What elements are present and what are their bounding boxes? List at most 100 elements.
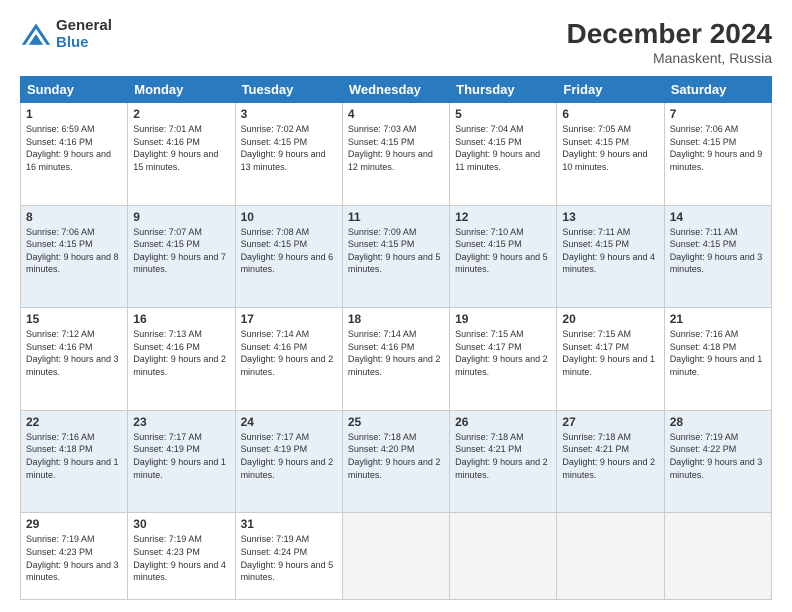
day-info: Sunrise: 7:11 AM Sunset: 4:15 PM Dayligh… [562,226,658,276]
table-row: 14 Sunrise: 7:11 AM Sunset: 4:15 PM Dayl… [664,205,771,308]
day-number: 24 [241,415,337,429]
table-row: 20 Sunrise: 7:15 AM Sunset: 4:17 PM Dayl… [557,308,664,411]
table-row: 19 Sunrise: 7:15 AM Sunset: 4:17 PM Dayl… [450,308,557,411]
logo: General Blue [20,18,112,51]
table-row: 16 Sunrise: 7:13 AM Sunset: 4:16 PM Dayl… [128,308,235,411]
day-number: 13 [562,210,658,224]
day-number: 2 [133,107,229,121]
table-row: 7 Sunrise: 7:06 AM Sunset: 4:15 PM Dayli… [664,103,771,206]
day-info: Sunrise: 7:15 AM Sunset: 4:17 PM Dayligh… [455,328,551,378]
table-row: 22 Sunrise: 7:16 AM Sunset: 4:18 PM Dayl… [21,410,128,513]
table-row: 31 Sunrise: 7:19 AM Sunset: 4:24 PM Dayl… [235,513,342,600]
day-number: 8 [26,210,122,224]
table-row: 9 Sunrise: 7:07 AM Sunset: 4:15 PM Dayli… [128,205,235,308]
day-number: 18 [348,312,444,326]
day-number: 21 [670,312,766,326]
header-monday: Monday [128,77,235,103]
logo-general-text: General [56,18,112,35]
day-number: 16 [133,312,229,326]
header-thursday: Thursday [450,77,557,103]
day-number: 9 [133,210,229,224]
day-info: Sunrise: 7:19 AM Sunset: 4:24 PM Dayligh… [241,533,337,583]
day-number: 25 [348,415,444,429]
table-row: 28 Sunrise: 7:19 AM Sunset: 4:22 PM Dayl… [664,410,771,513]
day-info: Sunrise: 7:01 AM Sunset: 4:16 PM Dayligh… [133,123,229,173]
page: General Blue December 2024 Manaskent, Ru… [0,0,792,612]
day-number: 28 [670,415,766,429]
day-info: Sunrise: 7:14 AM Sunset: 4:16 PM Dayligh… [348,328,444,378]
day-info: Sunrise: 7:18 AM Sunset: 4:21 PM Dayligh… [455,431,551,481]
header: General Blue December 2024 Manaskent, Ru… [20,18,772,66]
table-row: 15 Sunrise: 7:12 AM Sunset: 4:16 PM Dayl… [21,308,128,411]
calendar-week-row: 29 Sunrise: 7:19 AM Sunset: 4:23 PM Dayl… [21,513,772,600]
table-row: 24 Sunrise: 7:17 AM Sunset: 4:19 PM Dayl… [235,410,342,513]
day-info: Sunrise: 7:19 AM Sunset: 4:23 PM Dayligh… [133,533,229,583]
table-row: 8 Sunrise: 7:06 AM Sunset: 4:15 PM Dayli… [21,205,128,308]
calendar-week-row: 8 Sunrise: 7:06 AM Sunset: 4:15 PM Dayli… [21,205,772,308]
table-row: 11 Sunrise: 7:09 AM Sunset: 4:15 PM Dayl… [342,205,449,308]
table-row: 26 Sunrise: 7:18 AM Sunset: 4:21 PM Dayl… [450,410,557,513]
day-info: Sunrise: 7:07 AM Sunset: 4:15 PM Dayligh… [133,226,229,276]
day-number: 15 [26,312,122,326]
day-number: 4 [348,107,444,121]
day-info: Sunrise: 7:17 AM Sunset: 4:19 PM Dayligh… [133,431,229,481]
day-number: 6 [562,107,658,121]
day-info: Sunrise: 7:13 AM Sunset: 4:16 PM Dayligh… [133,328,229,378]
day-info: Sunrise: 7:09 AM Sunset: 4:15 PM Dayligh… [348,226,444,276]
day-info: Sunrise: 7:16 AM Sunset: 4:18 PM Dayligh… [26,431,122,481]
table-row: 29 Sunrise: 7:19 AM Sunset: 4:23 PM Dayl… [21,513,128,600]
day-info: Sunrise: 7:12 AM Sunset: 4:16 PM Dayligh… [26,328,122,378]
day-info: Sunrise: 7:19 AM Sunset: 4:23 PM Dayligh… [26,533,122,583]
table-row: 18 Sunrise: 7:14 AM Sunset: 4:16 PM Dayl… [342,308,449,411]
day-number: 14 [670,210,766,224]
table-row [342,513,449,600]
day-info: Sunrise: 7:14 AM Sunset: 4:16 PM Dayligh… [241,328,337,378]
table-row: 3 Sunrise: 7:02 AM Sunset: 4:15 PM Dayli… [235,103,342,206]
table-row: 30 Sunrise: 7:19 AM Sunset: 4:23 PM Dayl… [128,513,235,600]
table-row: 23 Sunrise: 7:17 AM Sunset: 4:19 PM Dayl… [128,410,235,513]
table-row [557,513,664,600]
logo-icon [20,21,52,49]
day-info: Sunrise: 7:18 AM Sunset: 4:21 PM Dayligh… [562,431,658,481]
table-row: 17 Sunrise: 7:14 AM Sunset: 4:16 PM Dayl… [235,308,342,411]
day-info: Sunrise: 7:06 AM Sunset: 4:15 PM Dayligh… [670,123,766,173]
header-wednesday: Wednesday [342,77,449,103]
day-info: Sunrise: 6:59 AM Sunset: 4:16 PM Dayligh… [26,123,122,173]
table-row: 25 Sunrise: 7:18 AM Sunset: 4:20 PM Dayl… [342,410,449,513]
day-number: 7 [670,107,766,121]
day-info: Sunrise: 7:18 AM Sunset: 4:20 PM Dayligh… [348,431,444,481]
day-number: 22 [26,415,122,429]
table-row: 4 Sunrise: 7:03 AM Sunset: 4:15 PM Dayli… [342,103,449,206]
day-number: 30 [133,517,229,531]
day-info: Sunrise: 7:02 AM Sunset: 4:15 PM Dayligh… [241,123,337,173]
table-row: 13 Sunrise: 7:11 AM Sunset: 4:15 PM Dayl… [557,205,664,308]
day-info: Sunrise: 7:16 AM Sunset: 4:18 PM Dayligh… [670,328,766,378]
logo-text: General Blue [56,18,112,51]
header-tuesday: Tuesday [235,77,342,103]
table-row: 1 Sunrise: 6:59 AM Sunset: 4:16 PM Dayli… [21,103,128,206]
table-row [450,513,557,600]
calendar-week-row: 22 Sunrise: 7:16 AM Sunset: 4:18 PM Dayl… [21,410,772,513]
day-info: Sunrise: 7:15 AM Sunset: 4:17 PM Dayligh… [562,328,658,378]
table-row: 2 Sunrise: 7:01 AM Sunset: 4:16 PM Dayli… [128,103,235,206]
day-number: 10 [241,210,337,224]
day-info: Sunrise: 7:08 AM Sunset: 4:15 PM Dayligh… [241,226,337,276]
calendar-header-row: Sunday Monday Tuesday Wednesday Thursday… [21,77,772,103]
header-saturday: Saturday [664,77,771,103]
table-row: 12 Sunrise: 7:10 AM Sunset: 4:15 PM Dayl… [450,205,557,308]
calendar-table: Sunday Monday Tuesday Wednesday Thursday… [20,76,772,600]
day-info: Sunrise: 7:04 AM Sunset: 4:15 PM Dayligh… [455,123,551,173]
day-info: Sunrise: 7:17 AM Sunset: 4:19 PM Dayligh… [241,431,337,481]
day-info: Sunrise: 7:06 AM Sunset: 4:15 PM Dayligh… [26,226,122,276]
header-friday: Friday [557,77,664,103]
day-number: 11 [348,210,444,224]
table-row: 5 Sunrise: 7:04 AM Sunset: 4:15 PM Dayli… [450,103,557,206]
day-info: Sunrise: 7:19 AM Sunset: 4:22 PM Dayligh… [670,431,766,481]
day-info: Sunrise: 7:05 AM Sunset: 4:15 PM Dayligh… [562,123,658,173]
logo-blue-text: Blue [56,35,112,52]
day-number: 29 [26,517,122,531]
header-sunday: Sunday [21,77,128,103]
day-number: 17 [241,312,337,326]
table-row [664,513,771,600]
day-number: 1 [26,107,122,121]
